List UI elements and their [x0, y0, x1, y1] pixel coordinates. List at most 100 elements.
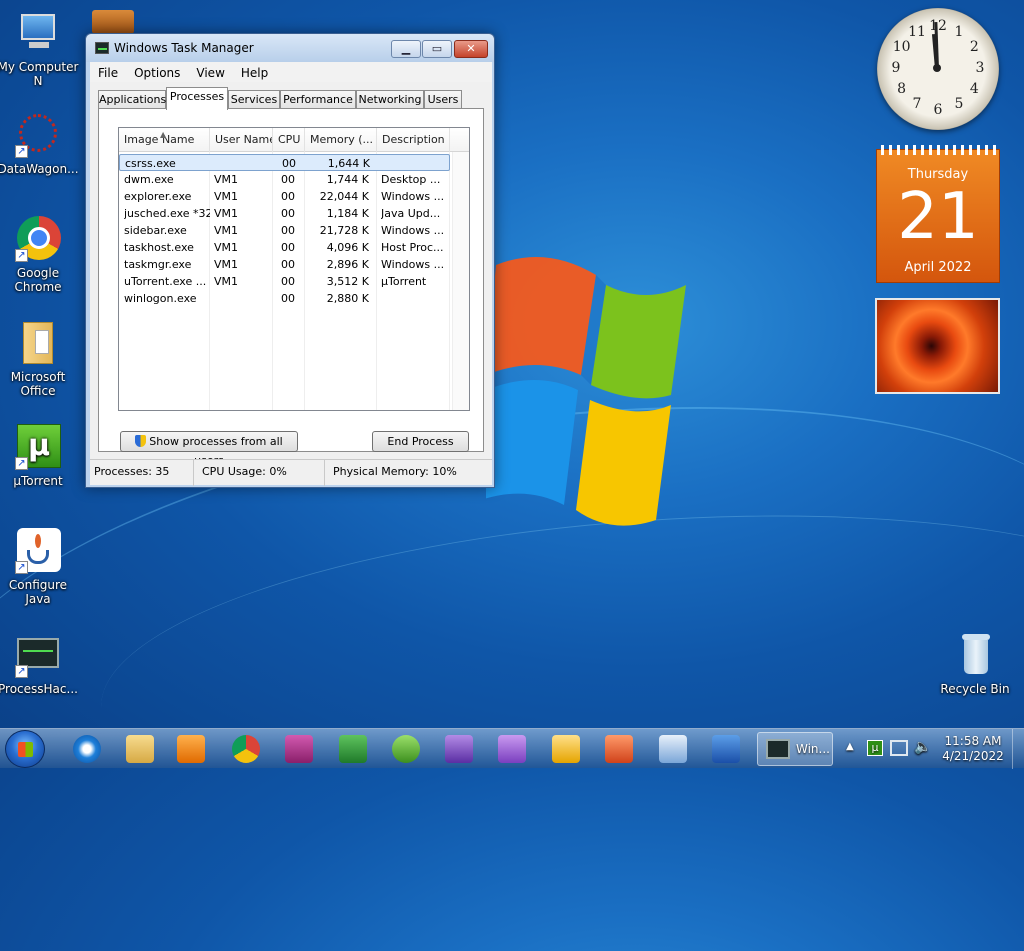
show-all-processes-button[interactable]: Show processes from all users — [120, 431, 298, 467]
task-manager-icon — [95, 42, 109, 54]
desktop-icon-google-chrome[interactable]: ↗ Google Chrome — [0, 216, 80, 294]
taskbar-task-manager[interactable]: Win... — [757, 732, 833, 766]
title-bar[interactable]: Windows Task Manager ▁ ▭ ✕ — [86, 34, 494, 62]
sync-icon — [392, 735, 420, 763]
cell-user-name: VM1 — [214, 207, 239, 220]
taskbar-media-player[interactable] — [166, 732, 216, 766]
table-row[interactable]: dwm.exe VM1 00 1,744 K Desktop ... — [119, 171, 450, 188]
java-icon: ↗ — [15, 528, 61, 574]
calendar-gadget[interactable]: Thursday 21 April 2022 — [876, 145, 1000, 283]
minimize-button[interactable]: ▁ — [391, 40, 421, 58]
table-row[interactable]: explorer.exe VM1 00 22,044 K Windows ... — [119, 188, 450, 205]
desktop-icon-microsoft-office[interactable]: Microsoft Office — [0, 320, 80, 398]
infopath-icon — [445, 735, 473, 763]
desktop-icon-configure-java[interactable]: ↗ Configure Java — [0, 528, 80, 606]
column-header-user-name[interactable]: User Name — [210, 128, 273, 152]
menu-help[interactable]: Help — [233, 63, 276, 83]
taskbar: Win... ▲ µ 🔈 11:58 AM 4/21/2022 — [0, 728, 1024, 769]
tab-services[interactable]: Services — [228, 90, 280, 109]
taskbar-publisher[interactable] — [648, 732, 698, 766]
clock-numeral: 10 — [892, 39, 911, 55]
maximize-button[interactable]: ▭ — [422, 40, 452, 58]
taskbar-sync[interactable] — [381, 732, 431, 766]
cell-image-name: sidebar.exe — [124, 224, 187, 237]
table-row[interactable]: uTorrent.exe ... VM1 00 3,512 K µTorrent — [119, 273, 450, 290]
desktop-icon-label: ProcessHac... — [0, 682, 78, 696]
word-icon — [712, 735, 740, 763]
desktop-icon-recycle-bin[interactable]: Recycle Bin — [933, 632, 1017, 696]
clock-numeral: 7 — [912, 96, 922, 113]
desktop-icon-my-computer[interactable]: My Computer N — [0, 10, 80, 88]
tab-processes[interactable]: Processes — [166, 87, 228, 110]
tab-performance[interactable]: Performance — [280, 90, 356, 109]
table-row[interactable]: taskmgr.exe VM1 00 2,896 K Windows ... — [119, 256, 450, 273]
chrome-icon — [232, 735, 260, 763]
taskbar-infopath[interactable] — [434, 732, 484, 766]
tab-users[interactable]: Users — [424, 90, 462, 109]
vertical-scrollbar[interactable] — [452, 152, 469, 410]
start-button[interactable] — [5, 730, 45, 768]
column-header-image-name[interactable]: Image Name ▲ — [119, 128, 210, 152]
taskbar-excel[interactable] — [328, 732, 378, 766]
tray-date: 4/21/2022 — [942, 749, 1004, 763]
media-player-icon — [177, 735, 205, 763]
cell-user-name: VM1 — [214, 190, 239, 203]
cell-memory: 4,096 K — [326, 241, 369, 254]
table-row[interactable]: winlogon.exe 00 2,880 K — [119, 290, 450, 307]
volume-icon[interactable]: 🔈 — [914, 739, 931, 779]
taskbar-onenote[interactable] — [487, 732, 537, 766]
cell-image-name: csrss.exe — [125, 157, 176, 170]
table-row[interactable]: taskhost.exe VM1 00 4,096 K Host Proc... — [119, 239, 450, 256]
table-row[interactable]: sidebar.exe VM1 00 21,728 K Windows ... — [119, 222, 450, 239]
desktop-icon-processhacker[interactable]: ↗ ProcessHac... — [0, 632, 80, 696]
network-tray-icon[interactable] — [890, 740, 908, 756]
computer-icon — [15, 10, 61, 56]
list-header: Image Name ▲ User Name CPU Memory (... De… — [119, 128, 469, 152]
end-process-button[interactable]: End Process — [372, 431, 469, 452]
explorer-icon — [126, 735, 154, 763]
show-hidden-icons-button[interactable]: ▲ — [846, 741, 854, 781]
menu-file[interactable]: File — [90, 63, 126, 83]
taskbar-powerpoint[interactable] — [594, 732, 644, 766]
utorrent-tray-icon[interactable]: µ — [867, 740, 883, 756]
clock-gadget[interactable]: 12 1 2 3 4 5 6 7 8 9 10 11 — [877, 8, 999, 130]
slideshow-gadget[interactable] — [875, 298, 1000, 394]
taskbar-explorer[interactable] — [115, 732, 165, 766]
briefcase-icon[interactable] — [92, 10, 134, 34]
table-row[interactable]: csrss.exe 00 1,644 K — [119, 154, 450, 171]
desktop-icon-label: My Computer N — [0, 60, 79, 88]
desktop-icon-datawagon[interactable]: ↗ DataWagon... — [0, 112, 80, 176]
clock-numeral: 2 — [969, 39, 979, 55]
column-header-cpu[interactable]: CPU — [273, 128, 305, 152]
cell-cpu: 00 — [281, 292, 295, 305]
taskbar-ie[interactable] — [62, 732, 112, 766]
show-desktop-button[interactable] — [1012, 729, 1024, 769]
table-row[interactable]: jusched.exe *32 VM1 00 1,184 K Java Upd... — [119, 205, 450, 222]
column-header-description[interactable]: Description — [377, 128, 450, 152]
cell-image-name: taskhost.exe — [124, 241, 194, 254]
cell-description: Windows ... — [381, 224, 445, 237]
taskbar-access[interactable] — [274, 732, 324, 766]
windows-logo — [486, 257, 686, 526]
cell-cpu: 00 — [281, 275, 295, 288]
desktop-icon-label: Microsoft Office — [10, 370, 66, 398]
taskbar-chrome[interactable] — [221, 732, 271, 766]
close-button[interactable]: ✕ — [454, 40, 488, 58]
menu-options[interactable]: Options — [126, 63, 188, 83]
status-cpu-usage: CPU Usage: 0% — [194, 460, 325, 486]
column-header-memory[interactable]: Memory (... — [305, 128, 377, 152]
taskbar-word[interactable] — [701, 732, 751, 766]
desktop-icon-utorrent[interactable]: µ ↗ µTorrent — [0, 424, 80, 488]
tab-applications[interactable]: Applications — [98, 90, 166, 109]
tray-time: 11:58 AM — [944, 734, 1002, 748]
cell-image-name: dwm.exe — [124, 173, 174, 186]
tab-networking[interactable]: Networking — [356, 90, 424, 109]
access-icon — [285, 735, 313, 763]
cell-description: Host Proc... — [381, 241, 444, 254]
menu-view[interactable]: View — [188, 63, 232, 83]
taskbar-outlook[interactable] — [541, 732, 591, 766]
status-processes: Processes: 35 — [90, 460, 194, 486]
cell-description: Java Upd... — [381, 207, 441, 220]
process-list[interactable]: Image Name ▲ User Name CPU Memory (... De… — [118, 127, 470, 411]
tray-clock[interactable]: 11:58 AM 4/21/2022 — [938, 734, 1008, 774]
